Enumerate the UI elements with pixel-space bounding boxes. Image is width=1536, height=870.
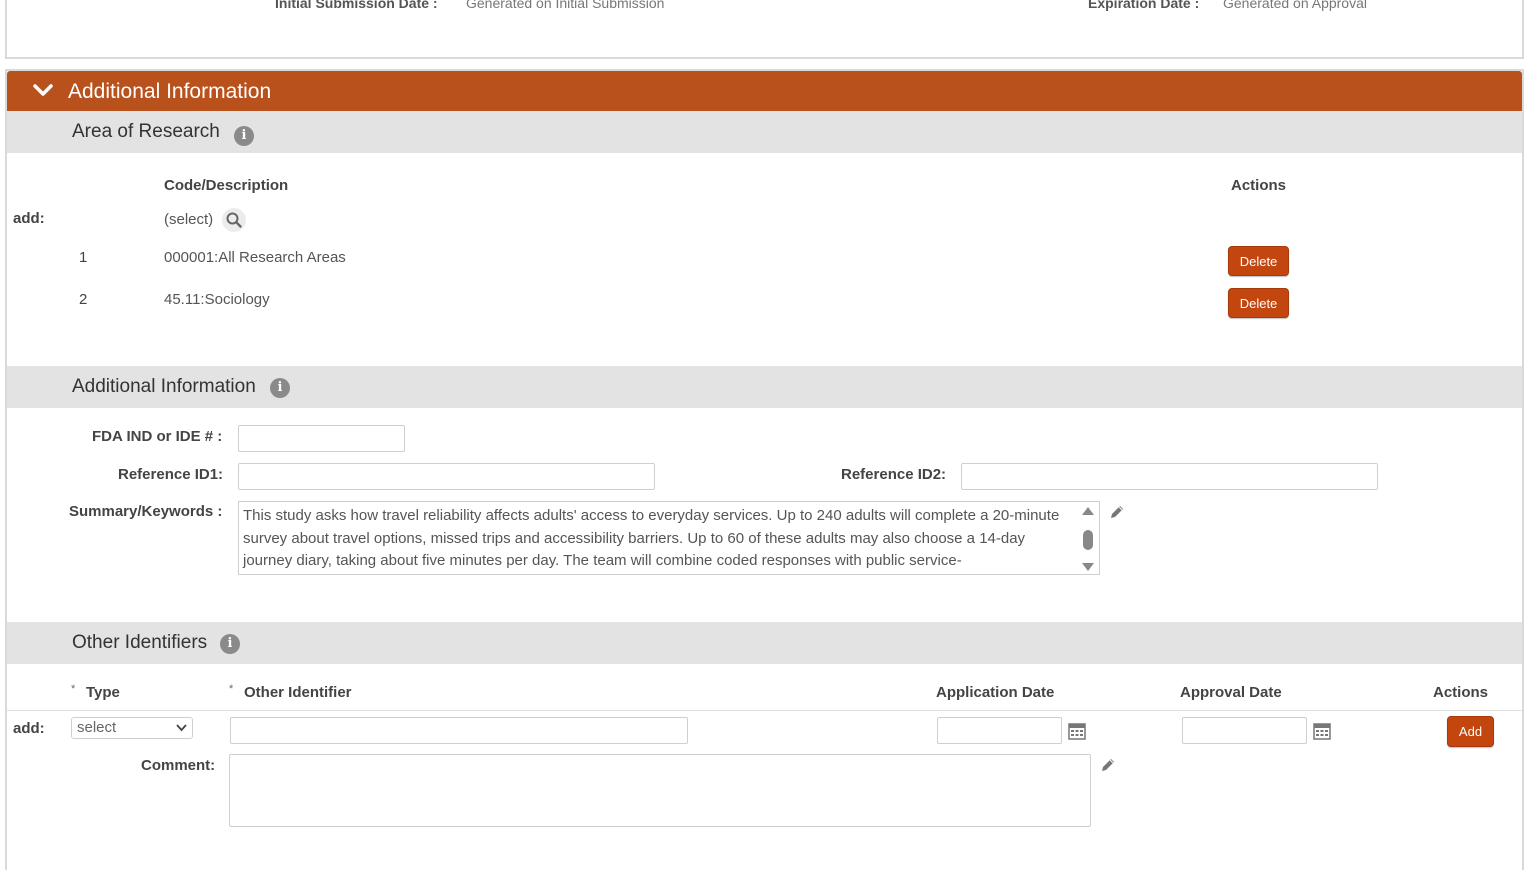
search-icon bbox=[226, 212, 242, 228]
research-area-description: 000001:All Research Areas bbox=[164, 249, 346, 266]
info-icon[interactable]: i bbox=[270, 378, 290, 398]
code-description-header: Code/Description bbox=[164, 177, 289, 194]
application-date-input[interactable] bbox=[937, 717, 1062, 744]
comment-textarea[interactable] bbox=[229, 754, 1091, 827]
calendar-icon[interactable] bbox=[1313, 723, 1331, 740]
reference-id2-label: Reference ID2: bbox=[841, 466, 947, 483]
expiration-date-label: Expiration Date : bbox=[1088, 0, 1200, 11]
type-select-value: select bbox=[77, 719, 117, 736]
summary-keywords-textarea[interactable]: This study asks how travel reliability a… bbox=[238, 501, 1100, 575]
initial-submission-date-label: Initial Submission Date : bbox=[275, 0, 438, 11]
row-number: 2 bbox=[79, 291, 88, 308]
pencil-icon[interactable] bbox=[1099, 756, 1117, 774]
delete-button[interactable]: Delete bbox=[1228, 288, 1289, 318]
other-identifier-input[interactable] bbox=[230, 717, 688, 744]
initial-submission-date-value: Generated on Initial Submission bbox=[466, 0, 665, 11]
additional-info-header: Additional Information i bbox=[7, 366, 1522, 408]
info-icon[interactable]: i bbox=[234, 126, 254, 146]
other-identifier-column-header: Other Identifier bbox=[244, 684, 352, 701]
info-icon[interactable]: i bbox=[220, 634, 240, 654]
add-label: add: bbox=[13, 210, 45, 227]
pencil-icon[interactable] bbox=[1108, 503, 1126, 521]
add-button[interactable]: Add bbox=[1447, 716, 1494, 747]
add-label: add: bbox=[13, 720, 45, 737]
other-identifiers-header: Other Identifiers i bbox=[7, 622, 1522, 664]
required-marker: * bbox=[71, 683, 76, 695]
chevron-down-icon[interactable] bbox=[33, 83, 53, 97]
other-identifiers-title: Other Identifiers bbox=[72, 632, 208, 653]
area-of-research-title: Area of Research bbox=[72, 121, 220, 142]
additional-information-panel: Additional Information Area of Research … bbox=[5, 69, 1524, 870]
type-select[interactable]: select bbox=[71, 717, 193, 739]
panel-header[interactable]: Additional Information bbox=[7, 71, 1522, 111]
search-button[interactable] bbox=[222, 208, 246, 232]
type-column-header: Type bbox=[86, 684, 120, 701]
actions-column-header: Actions bbox=[1433, 684, 1489, 701]
research-area-select-link[interactable]: (select) bbox=[164, 211, 213, 228]
expiration-date-value: Generated on Approval bbox=[1223, 0, 1367, 11]
fda-ind-ide-input[interactable] bbox=[238, 425, 405, 452]
approval-date-column-header: Approval Date bbox=[1180, 684, 1282, 701]
reference-id1-input[interactable] bbox=[238, 463, 655, 490]
header-divider bbox=[7, 710, 1522, 711]
delete-button[interactable]: Delete bbox=[1228, 246, 1289, 276]
summary-keywords-label: Summary/Keywords : bbox=[69, 503, 223, 520]
comment-label: Comment: bbox=[141, 757, 216, 774]
area-of-research-header: Area of Research i bbox=[7, 111, 1522, 153]
row-number: 1 bbox=[79, 249, 88, 266]
reference-id1-label: Reference ID1: bbox=[118, 466, 224, 483]
panel-title: Additional Information bbox=[68, 80, 272, 103]
fda-ind-ide-label: FDA IND or IDE # : bbox=[92, 428, 223, 445]
actions-header: Actions bbox=[1231, 177, 1287, 194]
textarea-scrollbar[interactable] bbox=[1081, 506, 1095, 572]
chevron-down-icon bbox=[176, 724, 187, 732]
required-marker: * bbox=[229, 683, 234, 695]
additional-info-title: Additional Information bbox=[72, 376, 256, 397]
summary-keywords-text: This study asks how travel reliability a… bbox=[243, 507, 1060, 569]
reference-id2-input[interactable] bbox=[961, 463, 1378, 490]
application-date-column-header: Application Date bbox=[936, 684, 1055, 701]
calendar-icon[interactable] bbox=[1068, 723, 1086, 740]
research-area-description: 45.11:Sociology bbox=[164, 291, 270, 308]
approval-date-input[interactable] bbox=[1182, 717, 1307, 744]
